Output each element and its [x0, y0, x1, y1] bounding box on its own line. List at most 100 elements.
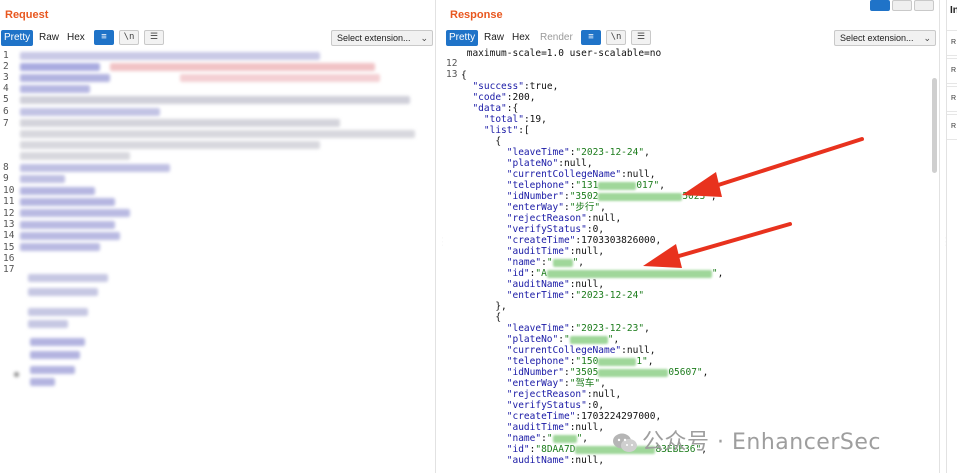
code-line: "rejectReason":null,: [506, 213, 622, 224]
request-toolbar: Pretty Raw Hex ≡ \n ☰ Select extension..…: [0, 29, 435, 47]
json-value: 0: [592, 400, 599, 411]
meta-viewport-text: maximum-scale=1.0 user-scalable=no: [466, 48, 662, 59]
code-line: "auditName":null,: [506, 455, 605, 466]
redacted-text: [598, 357, 637, 366]
request-tab-pretty[interactable]: Pretty: [1, 30, 34, 46]
code-line: "currentCollegeName":null,: [506, 169, 656, 180]
inspector-row[interactable]: R: [947, 58, 957, 84]
redacted-text: [20, 221, 115, 229]
single-pane-icon[interactable]: [914, 0, 934, 11]
inspector-row-label: R: [951, 39, 957, 46]
redacted-text: [20, 141, 320, 149]
line-number: 10: [3, 185, 15, 196]
redacted-text: [20, 74, 110, 82]
code-line: "createTime":1703224297000,: [506, 411, 662, 422]
line-number: 1: [3, 50, 9, 61]
redacted-text: [20, 130, 415, 138]
code-line: "enterTime":"2023-12-24": [506, 290, 645, 301]
response-tab-pretty[interactable]: Pretty: [446, 30, 479, 46]
wrap-lines-icon[interactable]: ≡: [94, 30, 114, 45]
split-vertical-icon[interactable]: [892, 0, 912, 11]
response-toolbar: Pretty Raw Hex Render ≡ \n ☰ Select exte…: [443, 29, 939, 47]
code-line: "idNumber":"3505 05607",: [506, 367, 709, 378]
response-tab-hex[interactable]: Hex: [509, 30, 533, 46]
redacted-text: [20, 175, 65, 183]
redacted-text: [20, 108, 160, 116]
code-line: "verifyStatus":0,: [506, 224, 605, 235]
line-number: 13: [446, 69, 458, 80]
code-line: "verifyStatus":0,: [506, 400, 605, 411]
redacted-text: [20, 119, 340, 127]
layout-buttons: [870, 0, 934, 12]
json-value: ": [563, 334, 570, 345]
redacted-text: [28, 320, 68, 328]
redacted-text: [30, 338, 85, 346]
inspector-row[interactable]: R: [947, 30, 957, 56]
code-line: "auditTime":null,: [506, 422, 605, 433]
line-number: 7: [3, 118, 9, 129]
json-value: "2023-12-23": [575, 323, 645, 334]
response-tab-raw[interactable]: Raw: [481, 30, 507, 46]
line-number: 12: [3, 208, 15, 219]
wechat-logo-icon: [613, 433, 637, 452]
wrap-lines-icon[interactable]: ≡: [581, 30, 601, 45]
json-value: 1703224297000: [581, 411, 656, 422]
json-value: "8DAA7D: [535, 444, 576, 455]
code-line: "auditTime":null,: [506, 246, 605, 257]
code-line: "name":" ",: [506, 257, 585, 268]
response-tab-render[interactable]: Render: [537, 30, 576, 46]
newline-toggle-button[interactable]: \n: [119, 30, 139, 45]
request-tab-hex[interactable]: Hex: [64, 30, 88, 46]
redacted-text: [20, 209, 130, 217]
code-line: "leaveTime":"2023-12-24",: [506, 147, 650, 158]
redacted-text: [598, 368, 669, 377]
inspector-row[interactable]: R: [947, 114, 957, 140]
json-value: ": [576, 433, 583, 444]
redacted-text: [20, 187, 95, 195]
json-value: 19: [529, 114, 542, 125]
redacted-text: [110, 63, 375, 71]
code-line: "rejectReason":null,: [506, 389, 622, 400]
json-value: 017": [636, 180, 660, 191]
code-line: "name":" ",: [506, 433, 589, 444]
json-value: null: [626, 345, 650, 356]
redacted-text: [180, 74, 380, 82]
hamburger-menu-icon[interactable]: ☰: [144, 30, 164, 45]
newline-toggle-button[interactable]: \n: [606, 30, 626, 45]
hamburger-menu-icon[interactable]: ☰: [631, 30, 651, 45]
json-value: null: [575, 455, 599, 466]
redacted-text: [598, 181, 637, 190]
json-value: "驾车": [569, 378, 601, 389]
code-line: "auditName":null,: [506, 279, 605, 290]
request-tab-raw[interactable]: Raw: [36, 30, 62, 46]
json-value: ": [607, 334, 614, 345]
redacted-text: [552, 434, 577, 443]
response-editor[interactable]: 12 13 maximum-scale=1.0 user-scalable=no…: [443, 48, 939, 473]
code-line: "telephone":"131 017",: [506, 180, 665, 191]
redacted-text: [28, 308, 88, 316]
response-extension-select[interactable]: Select extension... ⌄: [834, 30, 936, 46]
redacted-text: [20, 243, 100, 251]
json-value: null: [575, 422, 599, 433]
request-extension-select[interactable]: Select extension... ⌄: [331, 30, 433, 46]
inspector-title: In: [950, 5, 957, 16]
inspector-row[interactable]: R: [947, 86, 957, 112]
response-body: maximum-scale=1.0 user-scalable=no { "su…: [461, 48, 929, 466]
redacted-text: [569, 335, 608, 344]
request-editor[interactable]: 1 2 3 4 5 6 7 8 9 10 11 12 13 14 15 16 1…: [0, 48, 435, 473]
redacted-text: [552, 258, 573, 267]
json-value: ": [546, 257, 553, 268]
redacted-text: [30, 378, 55, 386]
json-value: null: [626, 169, 650, 180]
response-scrollbar[interactable]: [932, 78, 937, 173]
line-number: 13: [3, 219, 15, 230]
redacted-text: [30, 366, 75, 374]
split-horizontal-icon[interactable]: [870, 0, 890, 11]
code-line: "code":200,: [472, 92, 536, 103]
response-pane: Response Pretty Raw Hex Render ≡ \n ☰ Se…: [443, 0, 940, 473]
json-value: 200: [512, 92, 530, 103]
request-pane: Request Pretty Raw Hex ≡ \n ☰ Select ext…: [0, 0, 449, 473]
code-line: "leaveTime":"2023-12-23",: [506, 323, 650, 334]
redacted-text: [598, 192, 683, 201]
json-value: "2023-12-24": [575, 147, 645, 158]
